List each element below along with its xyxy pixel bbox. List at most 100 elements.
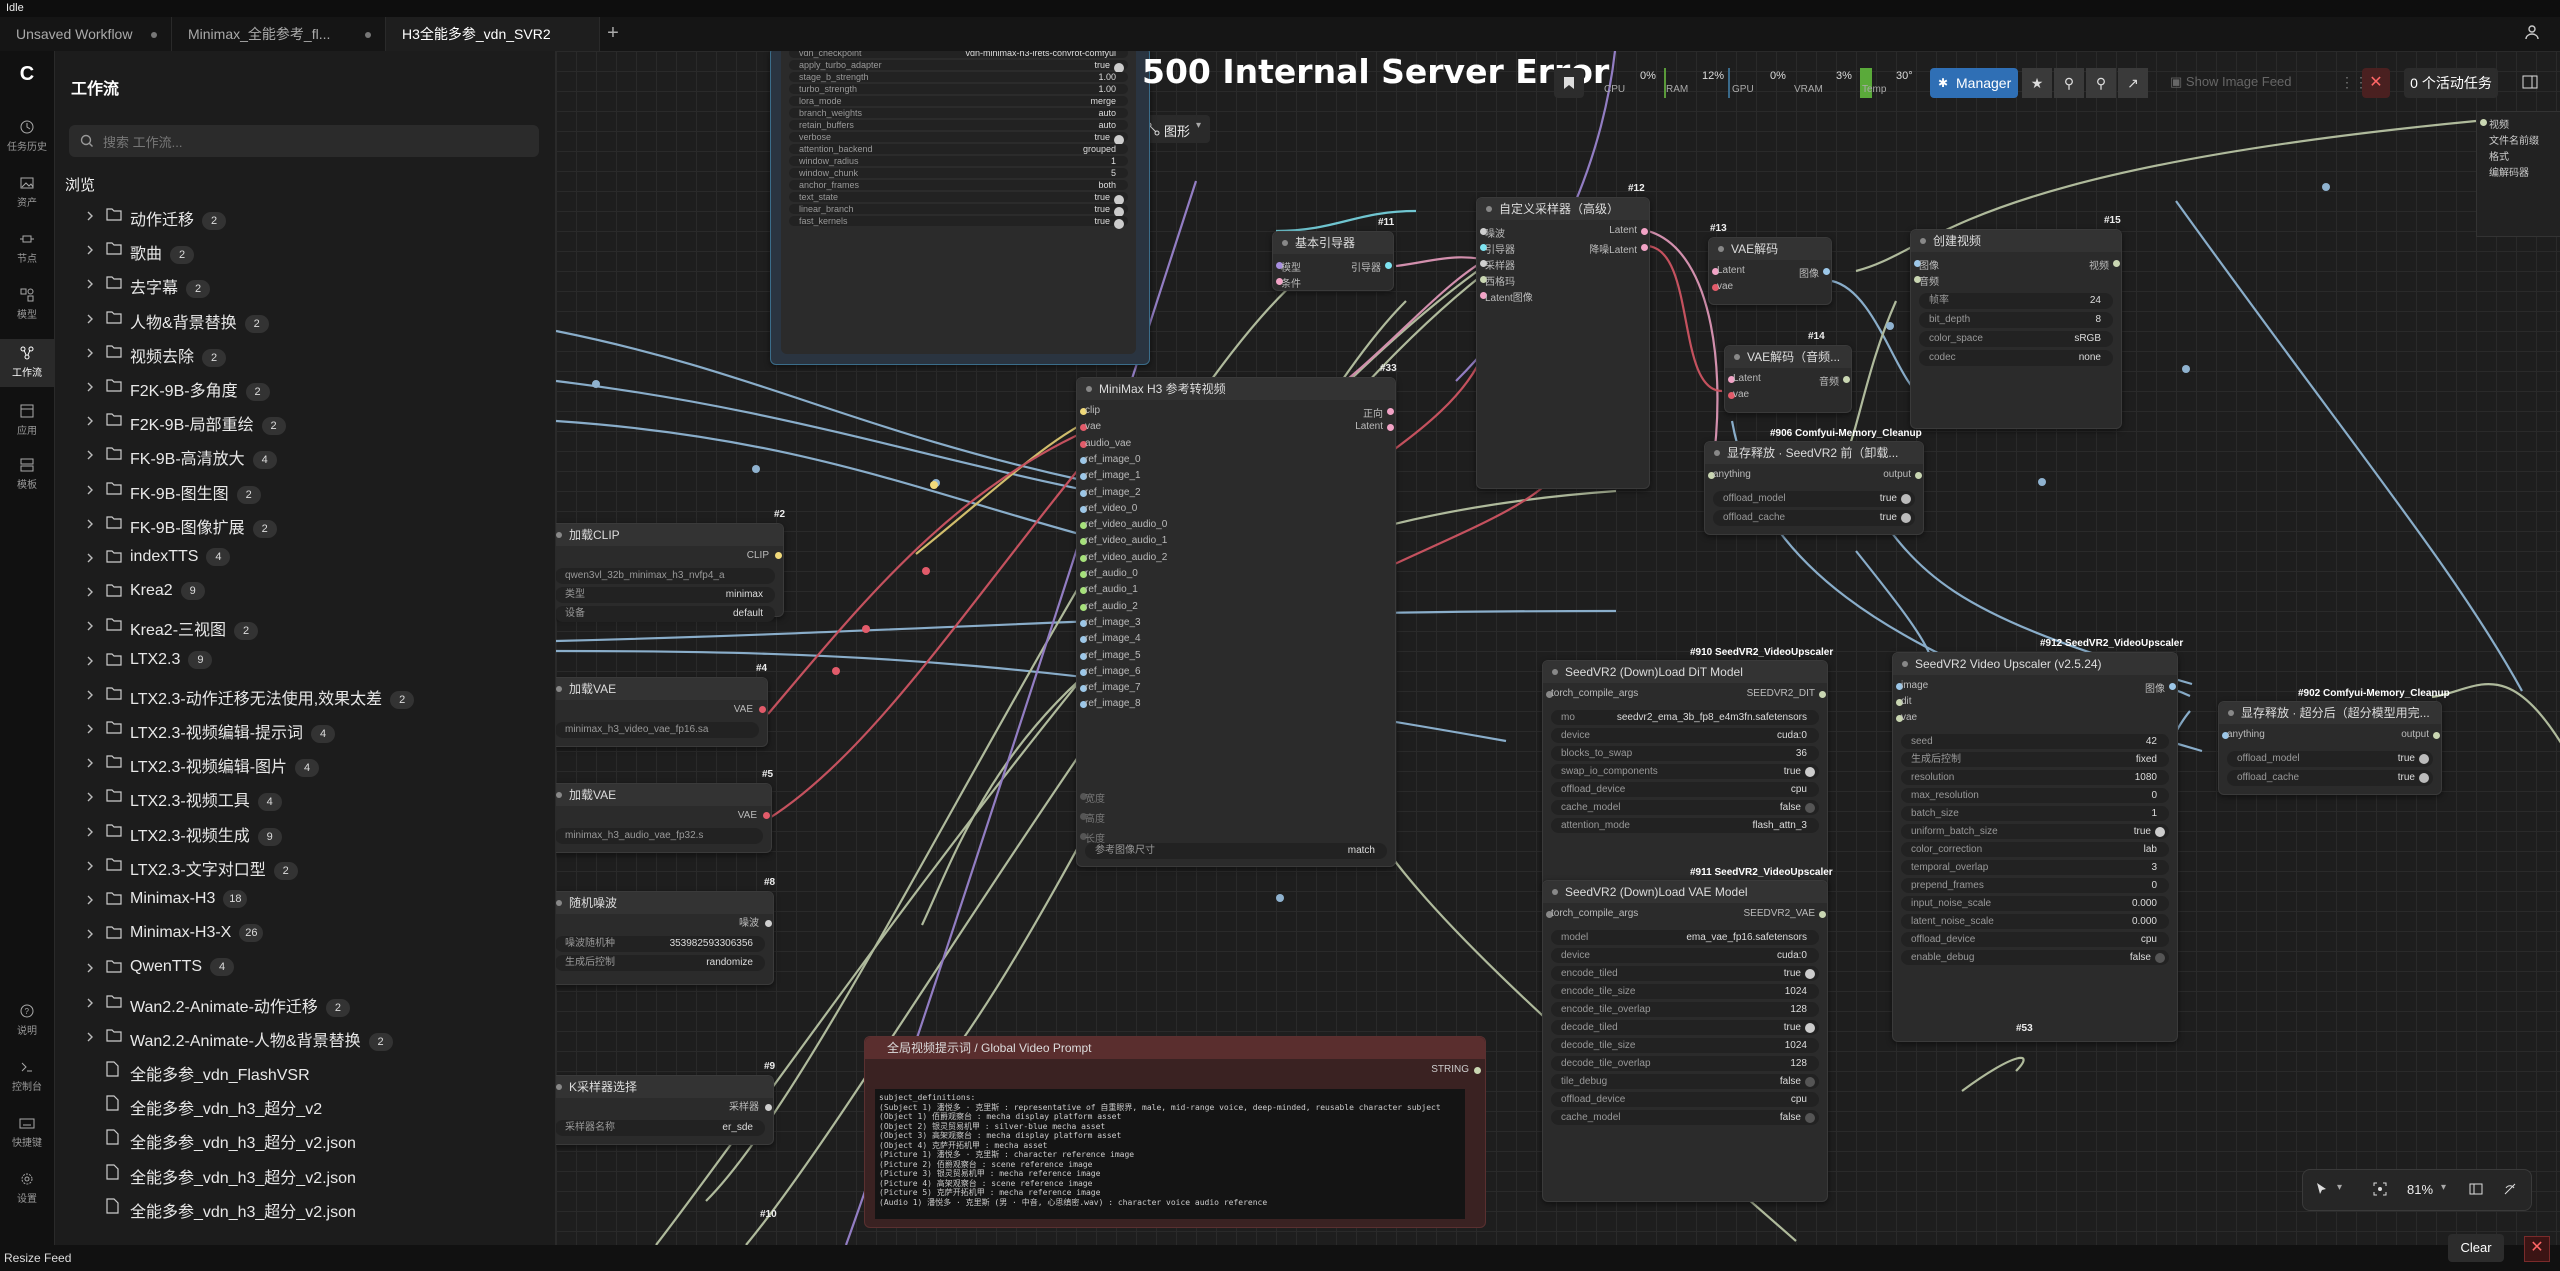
folder-item[interactable]: F2K-9B-局部重绘 2	[55, 403, 555, 437]
input-slot[interactable]: 高度	[1085, 810, 1105, 825]
node-load-clip[interactable]: 加载CLIP CLIP qwen3vl_32b_minimax_h3_nvfp4…	[556, 523, 784, 622]
widget-window-chunk[interactable]: window_chunk 5	[789, 168, 1128, 178]
folder-item[interactable]: LTX2.3-视频生成 9	[55, 814, 555, 848]
widget-lora-mode[interactable]: lora_mode merge	[789, 96, 1128, 106]
input-slot[interactable]: 宽度	[1085, 790, 1105, 805]
widget-retain-buffers[interactable]: retain_buffers auto	[789, 120, 1128, 130]
widget-window-radius[interactable]: window_radius 1	[789, 156, 1128, 166]
node-icon-button-2[interactable]: ⚲	[2086, 68, 2116, 98]
node-seedvr2-vae-loader[interactable]: SeedVR2 (Down)Load VAE Model torch_compi…	[1542, 880, 1828, 1202]
rail-nodes[interactable]: 节点	[0, 231, 54, 265]
node-vae-decode-audio[interactable]: VAE解码（音频... Latent vae 音频	[1724, 345, 1852, 413]
widget-encode-tiled[interactable]: encode_tiled true	[1551, 966, 1819, 981]
node-load-audio-vae[interactable]: 加载VAE VAE minimax_h3_audio_vae_fp32.s	[556, 783, 772, 853]
chevron-right-icon[interactable]	[84, 860, 96, 872]
workflow-search-input[interactable]	[101, 125, 525, 159]
rail-help[interactable]: ? 说明	[0, 1003, 54, 1037]
input-slot[interactable]: 西格玛	[1485, 273, 1515, 288]
clip-name-widget[interactable]: qwen3vl_32b_minimax_h3_nvfp4_a	[556, 568, 775, 584]
widget-color-correction[interactable]: color_correction lab	[1901, 842, 2169, 857]
folder-item[interactable]: LTX2.3-视频编辑-图片 4	[55, 745, 555, 779]
widget-turbo-strength[interactable]: turbo_strength 1.00	[789, 84, 1128, 94]
output-panel-item[interactable]: 编解码器	[2489, 164, 2529, 179]
hide-links-icon[interactable]	[2503, 1182, 2517, 1196]
node-vae-decode[interactable]: VAE解码 Latent vae 图像	[1708, 237, 1832, 305]
widget-blocks-to-swap[interactable]: blocks_to_swap 36	[1551, 746, 1819, 761]
widget-latent-noise-scale[interactable]: latent_noise_scale 0.000	[1901, 914, 2169, 929]
offload-model-toggle[interactable]: offload_model true	[2227, 751, 2433, 767]
node-minimax-ref-to-video[interactable]: MiniMax H3 参考转视频 正向 Latent clip vae audio_…	[1076, 377, 1396, 867]
input-slot[interactable]: image	[1901, 680, 1928, 691]
widget-seed[interactable]: seed 42	[1901, 734, 2169, 749]
widget-decode-tile-overlap[interactable]: decode_tile_overlap 128	[1551, 1056, 1819, 1071]
rail-assets[interactable]: 资产	[0, 175, 54, 209]
new-tab-button[interactable]: +	[602, 17, 624, 51]
widget-offload-device[interactable]: offload_device cpu	[1901, 932, 2169, 947]
widget-fast-kernels[interactable]: fast_kernels true	[789, 216, 1128, 229]
input-slot[interactable]: ref_image_4	[1085, 633, 1141, 644]
folder-item[interactable]: Minimax-H3 18	[55, 882, 555, 916]
input-slot[interactable]: 采样器	[1485, 257, 1515, 272]
widget-swap-io-components[interactable]: swap_io_components true	[1551, 764, 1819, 779]
clip-device-widget[interactable]: 设备 default	[556, 606, 775, 622]
widget-max-resolution[interactable]: max_resolution 0	[1901, 788, 2169, 803]
folder-item[interactable]: FK-9B-图像扩展 2	[55, 506, 555, 540]
chevron-right-icon[interactable]	[84, 552, 96, 564]
widget-temporal-overlap[interactable]: temporal_overlap 3	[1901, 860, 2169, 875]
widget-linear-branch[interactable]: linear_branch true	[789, 204, 1128, 217]
widget-[interactable]: 生成后控制 fixed	[1901, 752, 2169, 767]
clear-button[interactable]: Clear	[2448, 1234, 2504, 1262]
show-image-feed-button[interactable]: ▣ Show Image Feed	[2170, 74, 2291, 90]
chevron-right-icon[interactable]	[84, 449, 96, 461]
rail-history[interactable]: 任务历史	[0, 119, 54, 153]
widget-model[interactable]: model ema_vae_fp16.safetensors	[1551, 930, 1819, 945]
node-memory-cleanup-902[interactable]: 显存释放 · 超分后（超分模型用完... anything output off…	[2218, 701, 2442, 795]
widget-color-space[interactable]: color_space sRGB	[1919, 331, 2113, 347]
widget-[interactable]: 帧率 24	[1919, 293, 2113, 309]
folder-item[interactable]: F2K-9B-多角度 2	[55, 369, 555, 403]
widget-vdn-checkpoint[interactable]: vdn_checkpoint vdn-minimax-h3-irets-convr…	[789, 51, 1128, 58]
rail-apps[interactable]: 应用	[0, 403, 54, 437]
input-slot[interactable]: audio_vae	[1085, 438, 1131, 449]
widget-batch-size[interactable]: batch_size 1	[1901, 806, 2169, 821]
input-slot[interactable]: ref_image_5	[1085, 650, 1141, 661]
input-slot[interactable]: ref_image_0	[1085, 454, 1141, 465]
noise-seed-widget[interactable]: 噪波随机种 353982593306356	[556, 936, 765, 952]
output-panel-item[interactable]: 格式	[2489, 148, 2509, 163]
folder-item[interactable]: LTX2.3-动作迁移无法使用,效果太差 2	[55, 677, 555, 711]
noise-control-widget[interactable]: 生成后控制 randomize	[556, 955, 765, 971]
widget-verbose[interactable]: verbose true	[789, 132, 1128, 145]
share-button[interactable]: ↗	[2118, 68, 2148, 98]
node-random-noise[interactable]: 随机噪波 噪波 噪波随机种 353982593306356 生成后控制 random…	[556, 891, 774, 985]
folder-item[interactable]: 去字幕 2	[55, 266, 555, 300]
input-slot[interactable]: ref_audio_2	[1085, 601, 1138, 612]
folder-item[interactable]: Krea2 9	[55, 574, 555, 608]
widget-anchor-frames[interactable]: anchor_frames both	[789, 180, 1128, 190]
widget-input-noise-scale[interactable]: input_noise_scale 0.000	[1901, 896, 2169, 911]
input-slot[interactable]: ref_video_audio_1	[1085, 535, 1167, 546]
widget-decode-tiled[interactable]: decode_tiled true	[1551, 1020, 1819, 1035]
folder-item[interactable]: LTX2.3-视频编辑-提示词 4	[55, 711, 555, 745]
chevron-right-icon[interactable]	[84, 620, 96, 632]
audio-vae-name-widget[interactable]: minimax_h3_audio_vae_fp32.s	[556, 828, 763, 844]
chevron-right-icon[interactable]	[84, 381, 96, 393]
chevron-right-icon[interactable]	[84, 997, 96, 1009]
widget-tile-debug[interactable]: tile_debug false	[1551, 1074, 1819, 1089]
node-ksampler-select[interactable]: K采样器选择 采样器 采样器名称 er_sde	[556, 1075, 774, 1145]
input-slot[interactable]: 引导器	[1485, 241, 1515, 256]
comfy-logo[interactable]: C	[0, 61, 54, 87]
chevron-right-icon[interactable]	[84, 962, 96, 974]
widget-branch-weights[interactable]: branch_weights auto	[789, 108, 1128, 118]
input-slot[interactable]: ref_image_8	[1085, 698, 1141, 709]
offload-cache-toggle[interactable]: offload_cache true	[2227, 770, 2433, 786]
select-pointer-icon[interactable]	[2315, 1182, 2329, 1196]
graph-mode-button[interactable]: 图形 ▾	[1140, 115, 1210, 143]
node-vdn-loader[interactable]: vdn_checkpoint vdn-minimax-h3-irets-convr…	[770, 51, 1150, 365]
node-global-video-prompt[interactable]: 全局视频提示词 / Global Video Prompt STRING sub…	[864, 1036, 1486, 1228]
folder-item[interactable]: 人物&背景替换 2	[55, 301, 555, 335]
input-slot[interactable]: ref_image_3	[1085, 617, 1141, 628]
chevron-right-icon[interactable]	[84, 894, 96, 906]
prompt-textarea[interactable]: subject_definitions: (Subject 1) 潘悦多 · 克…	[875, 1089, 1465, 1219]
rail-settings[interactable]: 设置	[0, 1171, 54, 1205]
widget-offload-device[interactable]: offload_device cpu	[1551, 1092, 1819, 1107]
